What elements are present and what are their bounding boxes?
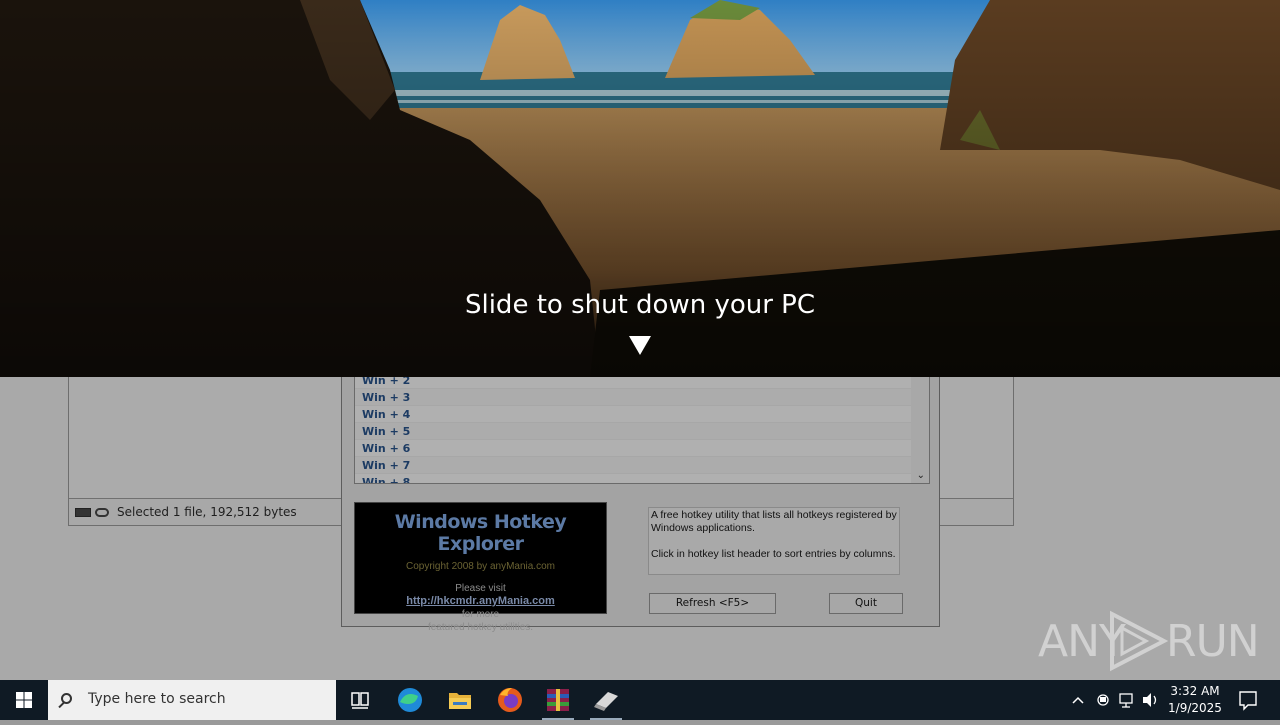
hotkey-row[interactable]: Win + 4 <box>355 406 929 423</box>
taskbar-clock[interactable]: 3:32 AM 1/9/2025 <box>1160 683 1230 717</box>
hotkey-description: A free hotkey utility that lists all hot… <box>648 507 900 575</box>
slide-to-shutdown-overlay[interactable]: Slide to shut down your PC <box>0 0 1280 377</box>
beach-wallpaper <box>0 0 1280 377</box>
volume-icon[interactable] <box>1140 680 1162 720</box>
banner-visit: Please visit <box>455 583 506 594</box>
winrar-icon[interactable] <box>534 680 582 720</box>
banner-link[interactable]: http://hkcmdr.anyMania.com <box>355 595 606 608</box>
hotkey-explorer-window: Win + 2 Win + 3 Win + 4 Win + 5 Win + 6 … <box>341 370 940 633</box>
search-icon <box>61 693 72 704</box>
search-placeholder: Type here to search <box>88 691 226 707</box>
description-line-1: A free hotkey utility that lists all hot… <box>651 509 897 534</box>
banner-for-more: for more <box>461 609 500 620</box>
taskbar-search-box[interactable]: Type here to search <box>48 680 336 720</box>
network-icon <box>95 507 109 517</box>
clock-date: 1/9/2025 <box>1168 701 1222 715</box>
banner-title: Windows Hotkey Explorer <box>394 511 567 555</box>
file-explorer-icon[interactable] <box>436 680 484 720</box>
windows-logo-icon <box>16 692 32 708</box>
taskbar: Type here to search 3:32 AM 1/9/2025 <box>0 680 1280 720</box>
refresh-button[interactable]: Refresh <F5> <box>649 593 776 614</box>
start-button[interactable] <box>0 680 48 720</box>
network-icon[interactable] <box>1116 680 1138 720</box>
hotkey-row[interactable]: Win + 7 <box>355 457 929 474</box>
anyrun-watermark: ANY RUN <box>1038 606 1260 676</box>
banner-copyright: Copyright 2008 by anyMania.com <box>406 561 555 572</box>
clock-time: 3:32 AM <box>1170 684 1220 698</box>
hotkey-explorer-icon[interactable] <box>582 680 630 720</box>
edge-icon[interactable] <box>386 680 434 720</box>
hotkey-list-scrollbar[interactable]: ⌄ <box>911 372 929 483</box>
down-arrow-icon <box>629 336 651 355</box>
watermark-right-text: RUN <box>1166 616 1260 667</box>
notification-icon[interactable] <box>1232 680 1280 720</box>
hotkey-row[interactable]: Win + 3 <box>355 389 929 406</box>
banner-featured: featured hotkey utilities. <box>427 622 534 633</box>
hotkey-list[interactable]: Win + 2 Win + 3 Win + 4 Win + 5 Win + 6 … <box>354 371 930 484</box>
play-icon <box>1110 610 1168 672</box>
drive-icon <box>75 507 91 517</box>
chevron-down-icon[interactable]: ⌄ <box>917 470 925 481</box>
quit-button[interactable]: Quit <box>829 593 903 614</box>
chevron-up-icon[interactable] <box>1066 680 1090 720</box>
description-line-2: Click in hotkey list header to sort entr… <box>651 548 896 560</box>
meet-now-icon[interactable] <box>1092 680 1114 720</box>
shutdown-message: Slide to shut down your PC <box>464 290 816 320</box>
status-text: Selected 1 file, 192,512 bytes <box>117 505 297 519</box>
firefox-icon[interactable] <box>486 680 534 720</box>
hotkey-row[interactable]: Win + 6 <box>355 440 929 457</box>
hotkey-banner: Windows Hotkey Explorer Copyright 2008 b… <box>354 502 607 633</box>
hotkey-row[interactable]: Win + 5 <box>355 423 929 440</box>
hotkey-row[interactable]: Win + 8 <box>355 474 929 483</box>
task-view-icon[interactable] <box>336 680 384 720</box>
